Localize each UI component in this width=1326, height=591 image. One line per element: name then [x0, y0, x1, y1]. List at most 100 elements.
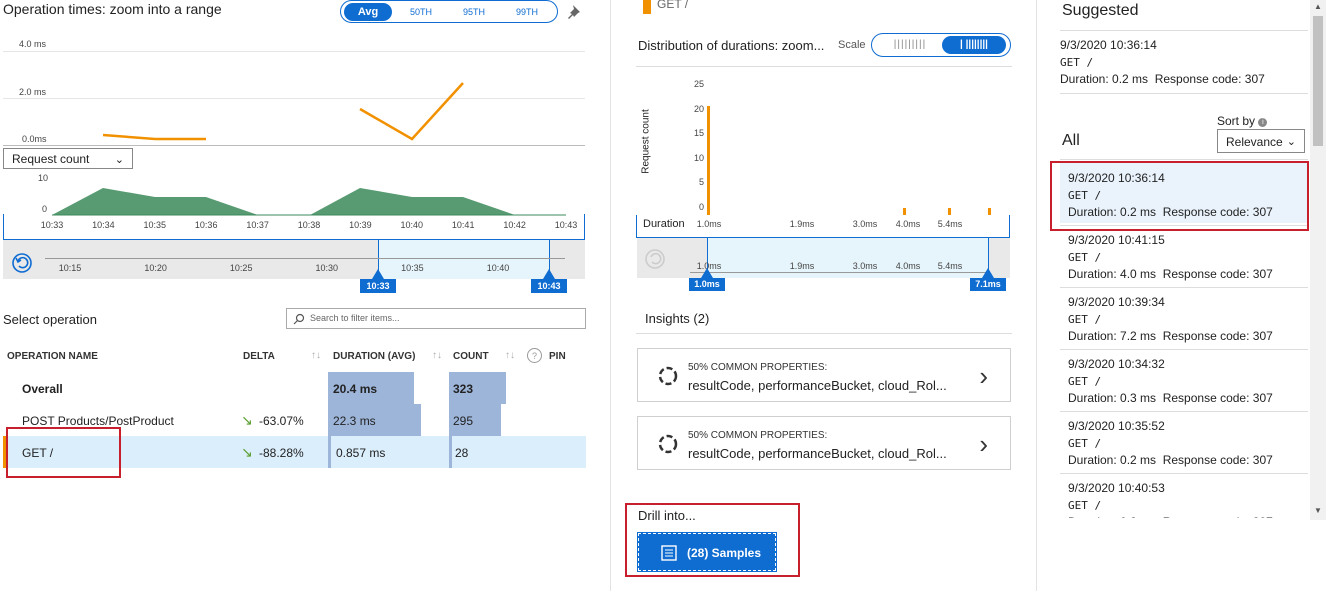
spinner-icon [658, 366, 678, 386]
time-tick: 10:35 [143, 220, 167, 230]
dist-brush-start-label: 1.0ms [689, 278, 725, 291]
panel-rule [636, 66, 1012, 67]
result-duration: Duration: 7.2 ms [1068, 329, 1157, 343]
trend-down-icon: ↘ [241, 412, 253, 428]
histogram-bar [903, 208, 906, 215]
result-item[interactable]: 9/3/2020 10:35:52 GET / Duration: 0.2 ms R… [1060, 411, 1308, 471]
result-response: Response code: 307 [1162, 267, 1273, 281]
result-item[interactable]: 9/3/2020 10:34:32 GET / Duration: 0.3 ms R… [1060, 349, 1308, 409]
time-tick: 10:40 [400, 220, 424, 230]
dist-title: Distribution of durations: zoom... [638, 38, 825, 53]
sort-dropdown-value: Relevance [1226, 135, 1283, 149]
result-time: 9/3/2020 10:39:34 [1068, 295, 1165, 309]
sort-icon[interactable]: ↑↓ [311, 350, 321, 361]
result-operation: GET / [1068, 313, 1102, 326]
brush-end-label: 10:43 [531, 279, 567, 293]
reset-zoom-icon[interactable] [11, 252, 33, 274]
time-tick: 10:42 [503, 220, 526, 230]
brush-tick: 10:20 [144, 263, 167, 273]
duration-series-segment-1 [102, 133, 206, 141]
panel-divider [610, 0, 611, 591]
highlight-box [6, 427, 121, 478]
highlight-box [1050, 161, 1309, 231]
time-tick: 10:37 [246, 220, 269, 230]
sort-icon[interactable]: ↑↓ [432, 350, 442, 361]
reset-zoom-icon[interactable] [644, 248, 666, 270]
table-row-overall[interactable]: Overall 20.4 ms 323 [3, 372, 586, 404]
metric-dropdown[interactable]: Request count ⌄ [3, 148, 133, 169]
chevron-down-icon: ⌄ [1286, 136, 1296, 148]
scale-linear[interactable]: ||||||||| [890, 36, 930, 54]
histogram-bar [948, 208, 951, 215]
col-delta[interactable]: DELTA [243, 351, 275, 362]
scale-toggle[interactable]: ||||||||| | |||||||| [871, 33, 1011, 57]
spinner-icon [658, 434, 678, 454]
result-details: Duration: 4.0 ms Response code: 307 [1068, 266, 1308, 283]
insight-text: resultCode, performanceBucket, cloud_Rol… [688, 378, 947, 393]
time-tick: 10:41 [451, 220, 475, 230]
op-color-marker [643, 0, 651, 14]
result-time: 9/3/2020 10:34:32 [1068, 357, 1165, 371]
search-input[interactable]: Search to filter items... [286, 308, 586, 329]
result-time: 9/3/2020 10:40:53 [1068, 481, 1165, 495]
scrollbar-thumb[interactable] [1313, 16, 1323, 146]
dist-x-tick: 4.0ms [895, 219, 921, 229]
brush-tick: 10:30 [315, 263, 339, 273]
result-time: 9/3/2020 10:41:15 [1068, 233, 1165, 247]
result-response: Response code: 307 [1154, 72, 1265, 86]
brush-frame [3, 214, 585, 240]
result-details: Duration: 0.2 ms Response code: 307 [1068, 452, 1308, 469]
insight-card[interactable]: 50% COMMON PROPERTIES: resultCode, perfo… [637, 416, 1011, 470]
row-duration: 22.3 ms [333, 414, 376, 428]
col-operation-name[interactable]: OPERATION NAME [7, 351, 98, 362]
help-icon[interactable]: ? [526, 347, 543, 364]
time-tick: 10:34 [92, 220, 115, 230]
search-placeholder: Search to filter items... [310, 313, 400, 323]
duration-histogram [707, 106, 991, 215]
all-title: All [1062, 132, 1080, 149]
result-operation: GET / [1068, 375, 1102, 388]
col-count[interactable]: COUNT [453, 351, 489, 362]
suggested-item[interactable]: 9/3/2020 10:36:14 GET / Duration: 0.2 ms… [1060, 37, 1308, 88]
col-duration[interactable]: DURATION (AVG) [333, 351, 415, 362]
brush-axis [45, 258, 565, 259]
request-count-area-chart [52, 188, 566, 216]
insight-header: 50% COMMON PROPERTIES: [688, 362, 828, 373]
sort-icon[interactable]: ↑↓ [505, 350, 515, 361]
search-icon [293, 313, 305, 325]
time-tick: 10:36 [194, 220, 218, 230]
dist-brush-tick: 4.0ms [895, 261, 921, 271]
brush-handle-icon[interactable] [982, 268, 994, 278]
row-count: 323 [453, 382, 474, 396]
result-operation: GET / [1068, 251, 1102, 264]
scroll-down-arrow-icon[interactable]: ▼ [1314, 506, 1322, 515]
histogram-bar [988, 208, 991, 215]
range-brush-selection[interactable] [378, 240, 549, 279]
brush-tick: 10:15 [58, 263, 82, 273]
panel-rule [636, 333, 1012, 334]
brush-handle-icon[interactable] [372, 269, 384, 279]
insight-header: 50% COMMON PROPERTIES: [688, 430, 828, 441]
scroll-up-arrow-icon[interactable]: ▲ [1314, 2, 1322, 11]
chevron-right-icon: › [979, 429, 988, 459]
col-pin[interactable]: PIN [549, 351, 566, 362]
brush-axis [690, 272, 990, 273]
dist-brush-tick: 1.9ms [789, 261, 815, 271]
brush-tick: 10:40 [486, 263, 510, 273]
sort-dropdown[interactable]: Relevance ⌄ [1217, 129, 1305, 153]
scale-log[interactable]: | |||||||| [942, 36, 1006, 54]
brush-handle-icon[interactable] [701, 268, 713, 278]
scrollbar[interactable]: ▲ ▼ [1310, 0, 1326, 520]
result-item[interactable]: 9/3/2020 10:41:15 GET / Duration: 4.0 ms R… [1060, 225, 1308, 285]
duration-line-chart [102, 82, 464, 141]
result-details: Duration: 0.2 ms Response code: 307 [1060, 71, 1308, 88]
insight-card[interactable]: 50% COMMON PROPERTIES: resultCode, perfo… [637, 348, 1011, 402]
histogram-bar [707, 106, 710, 215]
result-item[interactable]: 9/3/2020 10:39:34 GET / Duration: 7.2 ms R… [1060, 287, 1308, 347]
brush-handle-icon[interactable] [543, 269, 555, 279]
result-operation: GET / [1068, 437, 1102, 450]
sort-by-label: Sort by i [1217, 114, 1268, 128]
svg-text:?: ? [532, 351, 537, 361]
sort-by-text: Sort by [1217, 114, 1256, 128]
duration-label: Duration [643, 218, 685, 230]
